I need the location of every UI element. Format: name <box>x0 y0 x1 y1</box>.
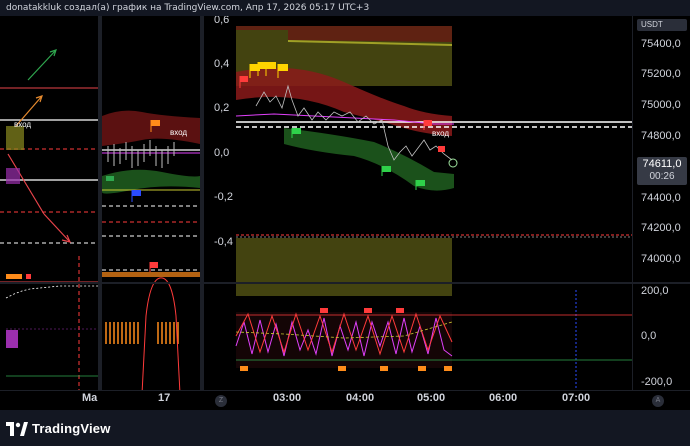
left-panel-time-label: Ma <box>82 392 98 404</box>
currency-badge: USDT <box>637 19 687 31</box>
middle-entry-label: вход <box>170 128 188 137</box>
left-scale-label: 0,0 <box>214 147 230 159</box>
tradingview-logo-icon <box>6 421 28 436</box>
time-axis-label: 05:00 <box>417 392 446 404</box>
left-scale-label: -0,2 <box>214 191 233 203</box>
price-label: 75400,0 <box>641 38 681 50</box>
left-chart-drawing <box>0 49 98 410</box>
price-label: 74200,0 <box>641 222 681 234</box>
price-label: 74000,0 <box>641 253 681 265</box>
tradingview-logo[interactable]: TradingView <box>6 421 111 436</box>
time-axis-label: 07:00 <box>562 392 591 404</box>
main-chart-panel[interactable]: вход 0,6 0,4 0,2 0,0 -0,2 -0,4 <box>204 16 690 410</box>
time-axis-label: 03:00 <box>273 392 302 404</box>
auto-scale-button[interactable]: A <box>652 395 664 407</box>
middle-chart-drawing <box>102 110 200 395</box>
middle-panel-time-label: 17 <box>158 392 171 404</box>
chart-caption: donatakkluk создал(а) график на TradingV… <box>6 3 370 13</box>
middle-chart-panel[interactable]: вход <box>102 16 200 410</box>
time-axis-label: 06:00 <box>489 392 518 404</box>
price-axis[interactable]: USDT 75400,0 75200,0 75000,0 74800,0 744… <box>632 16 690 410</box>
main-chart-drawing <box>235 26 634 394</box>
price-label: 74400,0 <box>641 192 681 204</box>
footer-bar: TradingView <box>0 410 690 446</box>
price-label: 75200,0 <box>641 68 681 80</box>
chart-area[interactable]: вход вход вход 0,6 0,4 0,2 0,0 -0,2 -0,4… <box>0 16 690 410</box>
oscillator-scale-label: 0,0 <box>641 330 657 342</box>
time-axis-label: 04:00 <box>346 392 375 404</box>
zoom-button[interactable]: Z <box>215 395 227 407</box>
left-scale-label: 0,2 <box>214 102 230 114</box>
left-scale-label: -0,4 <box>214 236 233 248</box>
oscillator-scale-label: -200,0 <box>641 376 673 388</box>
left-scale-label: 0,4 <box>214 58 230 70</box>
last-price-tag: 74611,0 00:26 <box>637 157 687 185</box>
left-scale-label: 0,6 <box>214 16 230 26</box>
price-label: 74800,0 <box>641 130 681 142</box>
chart-caption-bar: donatakkluk создал(а) график на TradingV… <box>0 0 690 16</box>
price-label: 75000,0 <box>641 99 681 111</box>
left-entry-label: вход <box>14 120 32 129</box>
pane-separator[interactable] <box>0 282 690 284</box>
last-price: 74611,0 <box>642 158 682 170</box>
tradingview-logo-text: TradingView <box>32 421 111 436</box>
oscillator-scale-label: 200,0 <box>641 285 669 297</box>
left-chart-panel[interactable]: вход <box>0 16 98 410</box>
main-entry-label: вход <box>432 129 450 138</box>
bar-countdown: 00:26 <box>649 171 675 182</box>
